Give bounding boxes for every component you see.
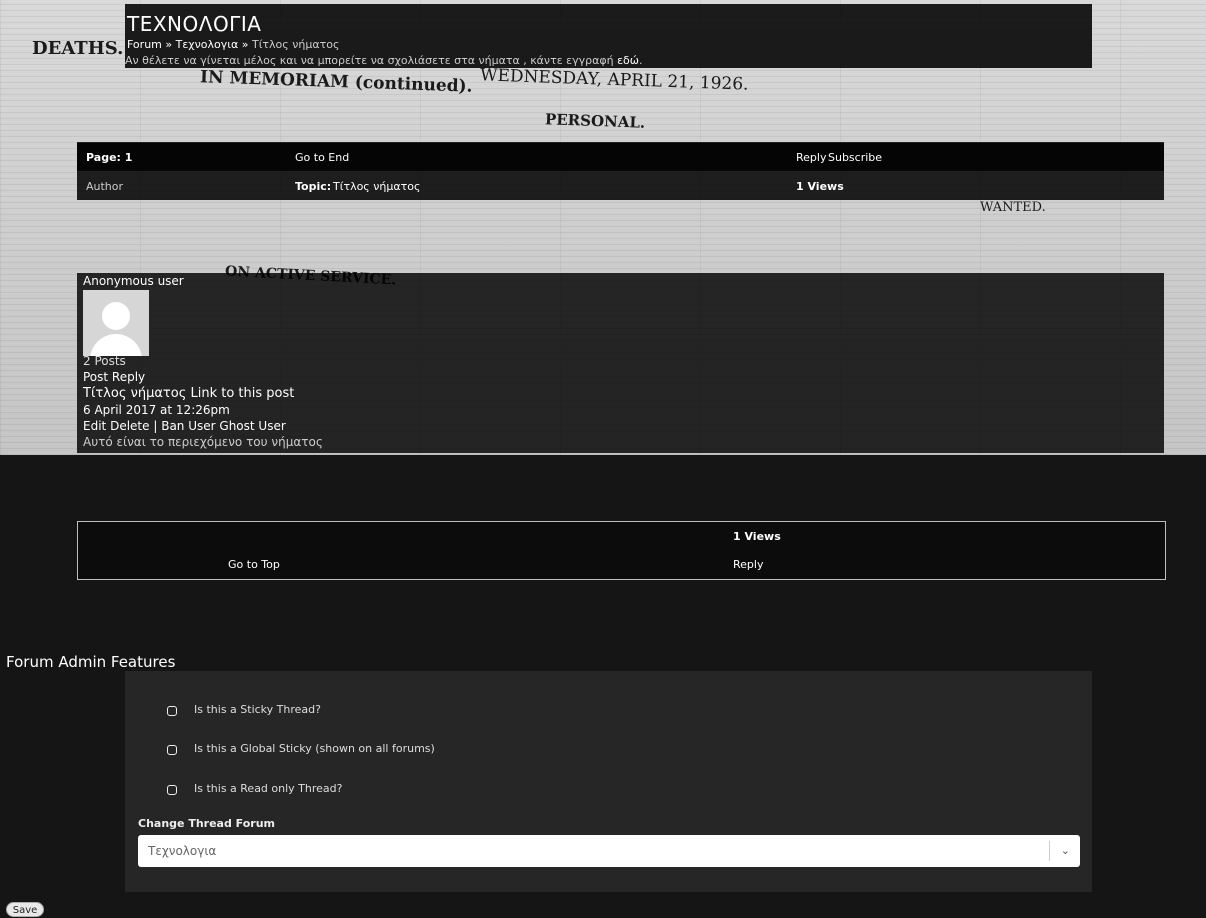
sticky-checkbox[interactable] xyxy=(167,706,177,716)
subscribe-link[interactable]: Subscribe xyxy=(828,151,882,164)
post-count: 2 Posts xyxy=(83,354,126,368)
admin-features-panel: Is this a Sticky Thread? Is this a Globa… xyxy=(125,671,1092,892)
views-count: 1 Views xyxy=(796,180,844,193)
breadcrumb-separator: » xyxy=(238,38,252,51)
bottom-views-bar: 1 Views xyxy=(77,521,1166,552)
breadcrumb-forum[interactable]: Forum xyxy=(127,38,162,51)
avatar xyxy=(83,290,149,356)
forum-header: ΤΕΧΝΟΛΟΓΙΑ Forum » Τεχνολογια » Τίτλος ν… xyxy=(125,4,1092,68)
bg-date-text: WEDNESDAY, APRIL 21, 1926. xyxy=(479,65,749,95)
chevron-down-icon[interactable]: ⌄ xyxy=(1061,844,1070,857)
read-only-checkbox[interactable] xyxy=(167,785,177,795)
go-to-end-link[interactable]: Go to End xyxy=(295,151,349,164)
forum-select[interactable]: Τεχνολογια ⌄ xyxy=(138,835,1080,867)
author-column-label: Author xyxy=(86,180,124,193)
link-to-post[interactable]: Link to this post xyxy=(190,386,294,401)
register-link[interactable]: εδώ xyxy=(617,54,639,67)
avatar-head-icon xyxy=(102,302,130,330)
ban-user-link[interactable]: Ban User xyxy=(161,419,215,433)
go-to-top-link[interactable]: Go to Top xyxy=(228,558,280,571)
page-indicator: Page: 1 xyxy=(86,151,133,164)
actions-separator: | xyxy=(153,419,158,433)
read-only-label: Is this a Read only Thread? xyxy=(194,782,343,795)
bg-memoriam-text: IN MEMORIAM (continued). xyxy=(199,67,473,97)
avatar-body-icon xyxy=(90,334,142,356)
breadcrumb: Forum » Τεχνολογια » Τίτλος νήματος xyxy=(127,38,339,51)
register-notice: Αν θέλετε να γίνεται μέλος και να μπορεί… xyxy=(125,54,642,67)
breadcrumb-separator: » xyxy=(161,38,176,51)
register-notice-text: Αν θέλετε να γίνεται μέλος και να μπορεί… xyxy=(125,54,618,67)
delete-link[interactable]: Delete xyxy=(110,419,149,433)
post-content: Αυτό είναι το περιεχόμενο του νήματος xyxy=(83,435,323,449)
post-title-row: Τίτλος νήματος Link to this post xyxy=(83,386,294,401)
bottom-nav-bar: Go to Top Reply xyxy=(77,550,1166,580)
reply-link[interactable]: Reply xyxy=(796,151,826,164)
post-date: 6 April 2017 at 12:26pm xyxy=(83,403,230,417)
global-sticky-label: Is this a Global Sticky (shown on all fo… xyxy=(194,742,435,755)
save-button[interactable]: Save xyxy=(6,902,44,917)
forum-select-value: Τεχνολογια xyxy=(148,844,217,858)
bg-personal-text: PERSONAL. xyxy=(544,110,646,132)
bottom-reply-link[interactable]: Reply xyxy=(733,558,763,571)
post-actions: Edit Delete | Ban User Ghost User xyxy=(83,419,286,433)
thread-info-bar: Author Topic: Τίτλος νήματος 1 Views xyxy=(77,171,1164,200)
topic-title: Τίτλος νήματος xyxy=(333,180,421,193)
bottom-views-count: 1 Views xyxy=(733,530,781,543)
global-sticky-checkbox[interactable] xyxy=(167,745,177,755)
ghost-user-link[interactable]: Ghost User xyxy=(219,419,285,433)
register-notice-end: . xyxy=(638,54,643,67)
topic-label: Topic: xyxy=(295,180,332,193)
bg-deaths-text: DEATHS. xyxy=(32,38,124,59)
post-author[interactable]: Anonymous user xyxy=(83,274,184,288)
bg-wanted-text: WANTED. xyxy=(980,200,1046,215)
admin-features-title: Forum Admin Features xyxy=(6,653,176,671)
breadcrumb-category[interactable]: Τεχνολογια xyxy=(176,38,239,51)
select-divider xyxy=(1049,841,1050,861)
thread-top-bar: Page: 1 Go to End Reply Subscribe xyxy=(77,142,1164,171)
post-container: Anonymous user 2 Posts Post Reply Τίτλος… xyxy=(77,273,1164,453)
post-reply-link[interactable]: Post Reply xyxy=(83,370,145,384)
sticky-label: Is this a Sticky Thread? xyxy=(194,703,321,716)
breadcrumb-thread: Τίτλος νήματος xyxy=(251,38,340,51)
edit-link[interactable]: Edit xyxy=(83,419,106,433)
change-forum-label: Change Thread Forum xyxy=(138,817,276,830)
post-title: Τίτλος νήματος xyxy=(83,386,187,401)
forum-title: ΤΕΧΝΟΛΟΓΙΑ xyxy=(127,12,262,36)
